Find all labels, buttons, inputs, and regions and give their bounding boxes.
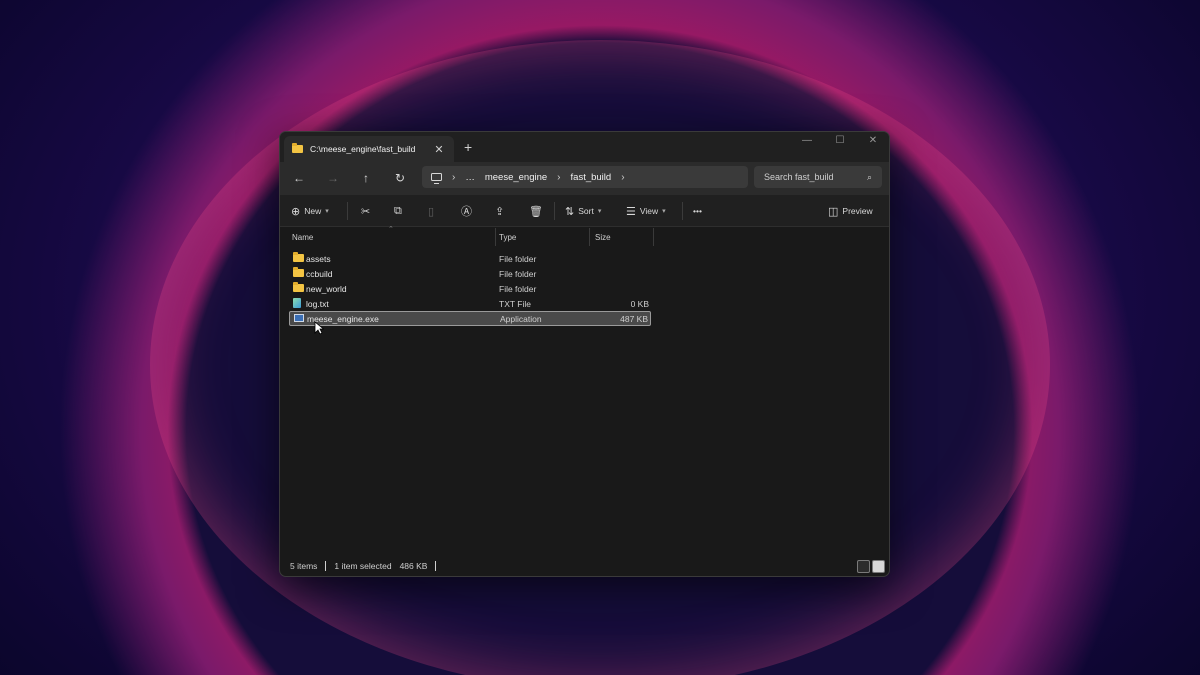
share-button[interactable]: ⇪ bbox=[495, 203, 504, 219]
list-view-icon: ☰ bbox=[626, 205, 636, 218]
search-placeholder: Search fast_build bbox=[764, 172, 834, 182]
file-size: 487 KB bbox=[620, 313, 648, 324]
divider bbox=[325, 561, 327, 571]
column-header-row: ⌃ Name Type Size bbox=[280, 226, 889, 248]
cut-button[interactable]: ✂ bbox=[361, 203, 370, 219]
layout-toggle bbox=[857, 560, 885, 573]
scissors-icon: ✂ bbox=[361, 205, 371, 218]
column-type[interactable]: Type bbox=[499, 233, 516, 242]
column-size[interactable]: Size bbox=[595, 233, 611, 242]
file-name: new_world bbox=[306, 283, 347, 294]
list-item[interactable]: assets File folder bbox=[289, 251, 651, 266]
folder-icon bbox=[292, 143, 303, 153]
breadcrumb-fast-build[interactable]: fast_build bbox=[571, 172, 612, 183]
file-explorer-window: C:\meese_engine\fast_build ✕ + — ☐ ✕ ← →… bbox=[279, 131, 890, 577]
file-list: assets File folder ccbuild File folder n… bbox=[289, 251, 651, 326]
this-pc-icon[interactable] bbox=[431, 173, 442, 184]
file-type: File folder bbox=[499, 253, 537, 264]
preview-pane-button[interactable]: ◫ Preview bbox=[828, 203, 873, 219]
maximize-button[interactable]: ☐ bbox=[829, 135, 851, 146]
paste-button[interactable]: ▯ bbox=[428, 203, 434, 219]
app-icon bbox=[294, 314, 304, 324]
back-button[interactable]: ← bbox=[290, 170, 308, 186]
selection-size: 486 KB bbox=[399, 561, 428, 571]
list-item[interactable]: log.txt TXT File 0 KB bbox=[289, 296, 651, 311]
close-window-button[interactable]: ✕ bbox=[862, 135, 884, 146]
chevron-right-icon[interactable]: › bbox=[452, 172, 455, 183]
chevron-down-icon: ▾ bbox=[662, 208, 666, 215]
new-button[interactable]: ⊕ New ▾ bbox=[291, 203, 329, 219]
breadcrumb-overflow[interactable]: … bbox=[465, 172, 475, 183]
address-bar[interactable]: › … meese_engine › fast_build › bbox=[422, 166, 748, 188]
chevron-right-icon[interactable]: › bbox=[557, 172, 560, 183]
new-label: New bbox=[304, 206, 322, 216]
title-bar: C:\meese_engine\fast_build ✕ + — ☐ ✕ bbox=[280, 132, 889, 162]
divider bbox=[347, 202, 348, 220]
trash-icon: 🗑 bbox=[529, 205, 543, 218]
more-icon: ••• bbox=[693, 206, 702, 216]
preview-pane-icon: ◫ bbox=[828, 205, 839, 218]
list-item-selected[interactable]: meese_engine.exe Application 487 KB bbox=[289, 311, 651, 326]
folder-icon bbox=[293, 282, 304, 294]
divider bbox=[554, 202, 555, 220]
new-tab-button[interactable]: + bbox=[464, 139, 472, 155]
navigation-bar: ← → ↑ ↻ › … meese_engine › fast_build › … bbox=[280, 162, 889, 195]
search-input[interactable]: Search fast_build ⌕ bbox=[754, 166, 882, 188]
command-bar: ⊕ New ▾ ✂ ⧉ ▯ Ⓐ ⇪ 🗑 ⇅ Sort ▾ ☰ View ▾ ••… bbox=[280, 195, 889, 227]
sort-arrows-icon: ⇅ bbox=[565, 205, 575, 218]
file-name: assets bbox=[306, 253, 331, 264]
clipboard-icon: ▯ bbox=[428, 205, 435, 218]
preview-label: Preview bbox=[842, 206, 873, 216]
list-item[interactable]: ccbuild File folder bbox=[289, 266, 651, 281]
chevron-down-icon: ▾ bbox=[597, 208, 602, 215]
item-count: 5 items bbox=[290, 561, 318, 571]
tab-title: C:\meese_engine\fast_build bbox=[310, 144, 416, 154]
refresh-button[interactable]: ↻ bbox=[391, 170, 409, 186]
share-icon: ⇪ bbox=[495, 205, 505, 218]
rename-button[interactable]: Ⓐ bbox=[461, 203, 472, 219]
delete-button[interactable]: 🗑 bbox=[529, 203, 543, 219]
column-divider[interactable] bbox=[653, 228, 654, 246]
mouse-cursor-icon bbox=[314, 321, 324, 335]
list-item[interactable]: new_world File folder bbox=[289, 281, 651, 296]
view-label: View bbox=[639, 206, 659, 216]
plus-circle-icon: ⊕ bbox=[291, 205, 301, 218]
up-button[interactable]: ↑ bbox=[357, 170, 375, 186]
close-tab-icon[interactable]: ✕ bbox=[432, 143, 446, 156]
file-size: 0 KB bbox=[630, 298, 649, 309]
file-type: File folder bbox=[499, 268, 537, 279]
tiles-view-icon[interactable] bbox=[872, 560, 885, 573]
text-file-icon bbox=[293, 298, 301, 310]
sort-label: Sort bbox=[578, 206, 594, 216]
breadcrumb-meese-engine[interactable]: meese_engine bbox=[485, 172, 547, 183]
chevron-down-icon: ▾ bbox=[325, 208, 329, 215]
copy-button[interactable]: ⧉ bbox=[394, 203, 402, 219]
divider bbox=[682, 202, 683, 220]
view-button[interactable]: ☰ View ▾ bbox=[626, 203, 666, 219]
file-type: TXT File bbox=[499, 298, 531, 309]
rename-icon: Ⓐ bbox=[461, 206, 472, 218]
column-divider[interactable] bbox=[495, 228, 496, 246]
file-name: log.txt bbox=[306, 298, 329, 309]
search-icon: ⌕ bbox=[866, 171, 872, 182]
sort-button[interactable]: ⇅ Sort ▾ bbox=[565, 203, 601, 219]
copy-icon: ⧉ bbox=[394, 204, 402, 217]
status-bar: 5 items 1 item selected 486 KB bbox=[280, 556, 889, 576]
column-divider[interactable] bbox=[589, 228, 590, 246]
details-view-icon[interactable] bbox=[857, 560, 870, 573]
selection-info: 1 item selected bbox=[334, 561, 392, 571]
file-name: ccbuild bbox=[306, 268, 333, 279]
forward-button[interactable]: → bbox=[324, 170, 342, 186]
sort-indicator-icon: ⌃ bbox=[388, 226, 394, 233]
folder-icon bbox=[293, 267, 304, 279]
folder-icon bbox=[293, 252, 304, 264]
file-type: File folder bbox=[499, 283, 537, 294]
tab-current-folder[interactable]: C:\meese_engine\fast_build ✕ bbox=[284, 136, 454, 162]
more-options-button[interactable]: ••• bbox=[693, 203, 702, 219]
file-type: Application bbox=[500, 313, 542, 324]
column-name[interactable]: Name bbox=[292, 233, 313, 242]
chevron-right-icon[interactable]: › bbox=[621, 172, 624, 183]
minimize-button[interactable]: — bbox=[796, 135, 818, 146]
divider bbox=[435, 561, 437, 571]
